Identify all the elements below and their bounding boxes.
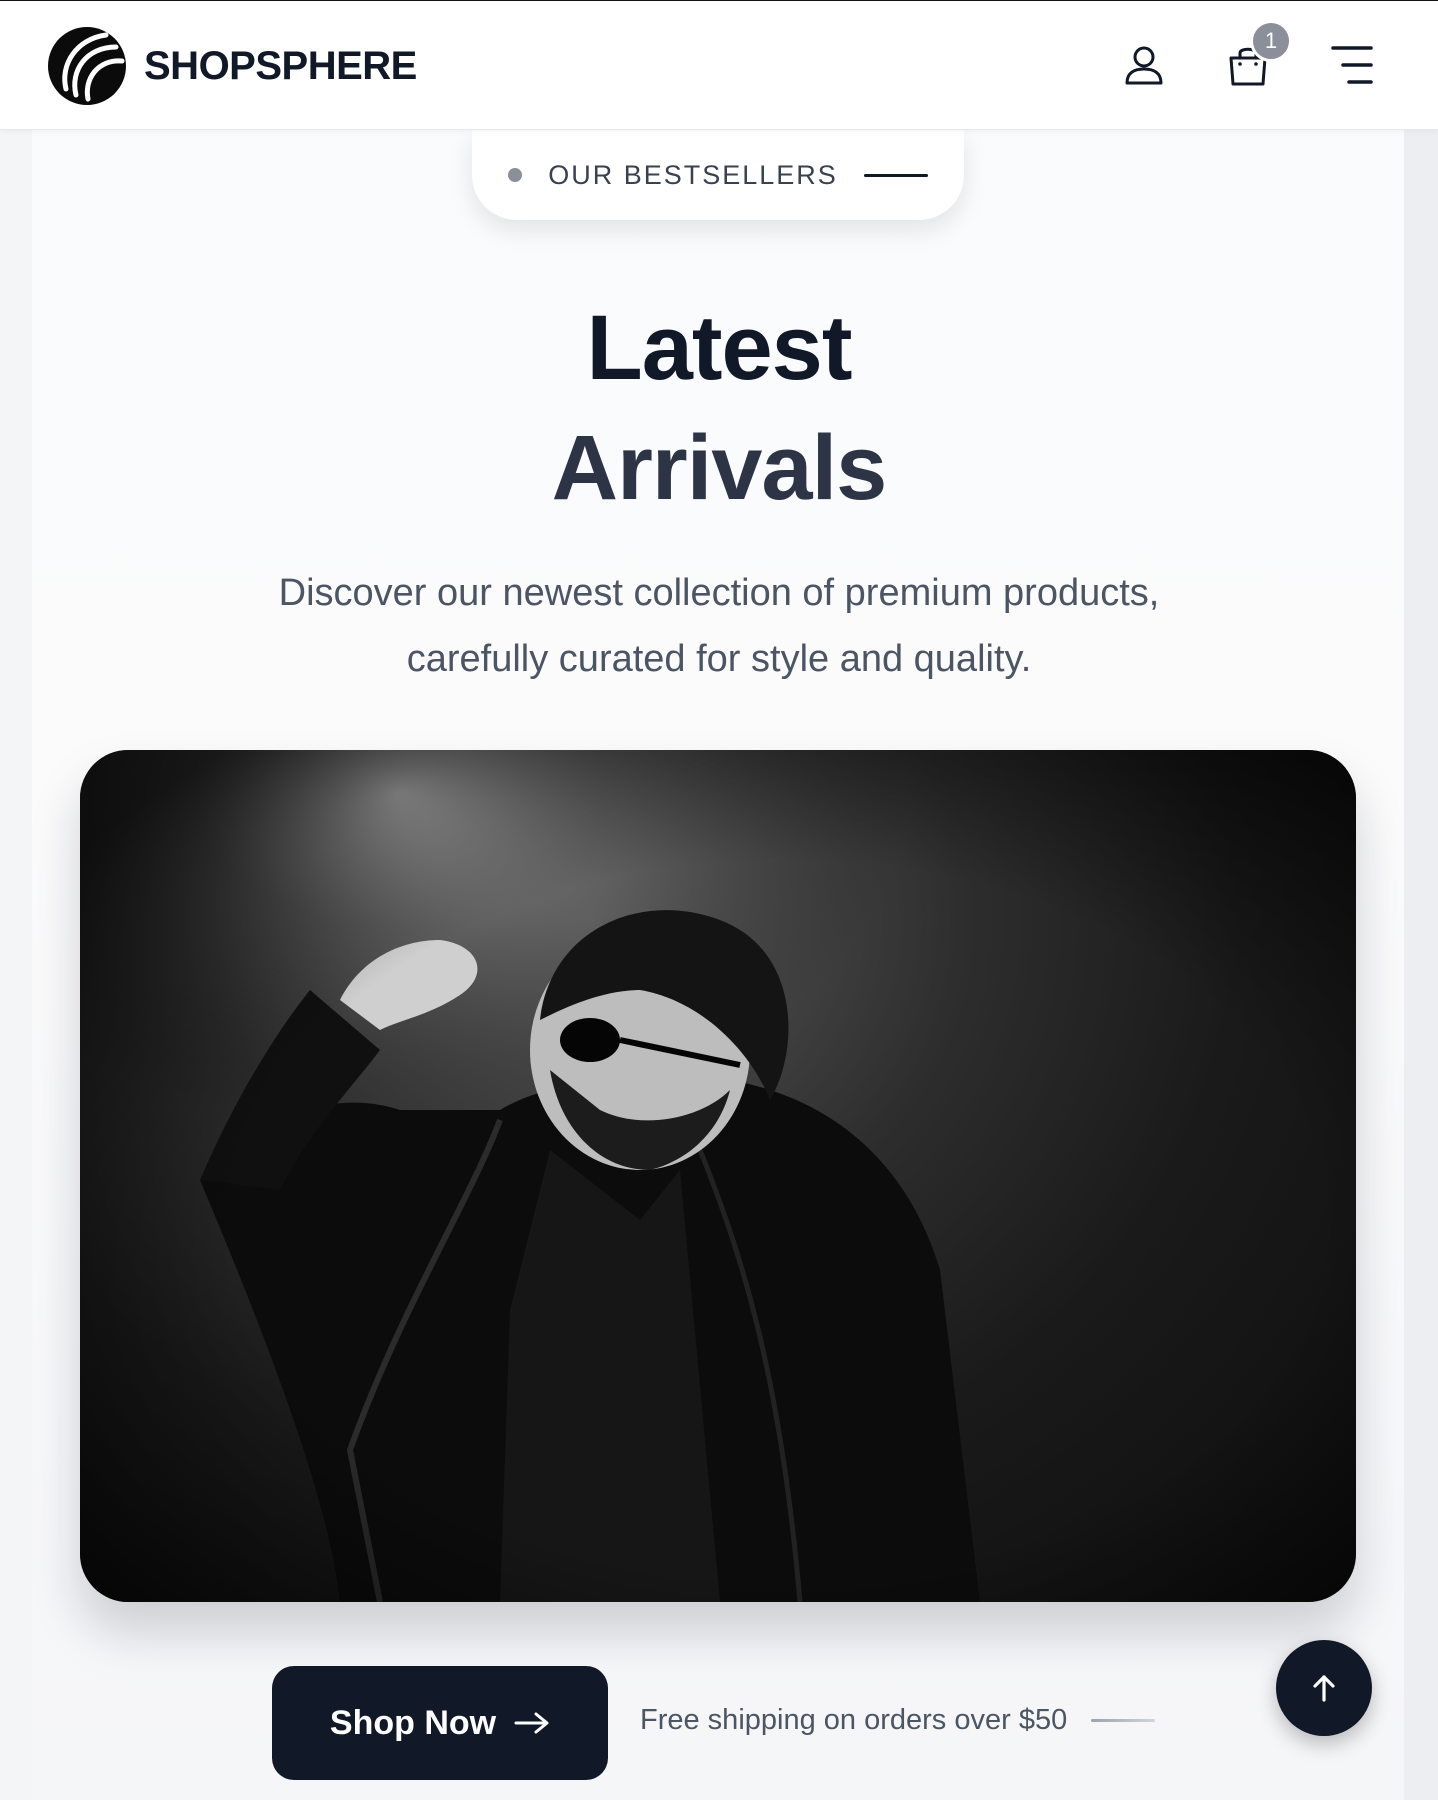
menu-button[interactable] bbox=[1324, 37, 1380, 93]
shipping-note: Free shipping on orders over $50 bbox=[640, 1704, 1156, 1737]
arrow-up-icon bbox=[1313, 1675, 1335, 1702]
account-button[interactable] bbox=[1116, 37, 1172, 93]
hero-subtitle: Discover our newest collection of premiu… bbox=[219, 560, 1219, 692]
bestsellers-label: OUR BESTSELLERS bbox=[548, 159, 838, 190]
site-header: SHOPSPHERE bbox=[0, 0, 1438, 130]
brand-name: SHOPSPHERE bbox=[144, 43, 417, 88]
shipping-note-text: Free shipping on orders over $50 bbox=[640, 1704, 1068, 1736]
hero-photo bbox=[80, 750, 1356, 1602]
arrow-right-icon bbox=[514, 1712, 549, 1734]
hero-subtitle-line-2: carefully curated for style and quality. bbox=[406, 638, 1032, 680]
bestsellers-pill[interactable]: OUR BESTSELLERS bbox=[472, 130, 964, 220]
menu-icon bbox=[1331, 46, 1373, 84]
shop-now-label: Shop Now bbox=[329, 1703, 497, 1742]
pill-dot-icon bbox=[508, 168, 523, 182]
hero-title-line-1: Latest bbox=[586, 297, 853, 399]
hero-title-line-2: Arrivals bbox=[551, 417, 888, 519]
pill-dash-icon bbox=[863, 173, 928, 177]
shipping-dash-icon bbox=[1091, 1719, 1156, 1722]
hero-subtitle-line-1: Discover our newest collection of premiu… bbox=[278, 572, 1160, 614]
brand-logo[interactable]: SHOPSPHERE bbox=[46, 25, 417, 107]
logo-mark-icon bbox=[48, 27, 126, 105]
cart-count-badge: 1 bbox=[1250, 20, 1292, 62]
hero-image bbox=[80, 750, 1356, 1602]
user-icon bbox=[1125, 46, 1163, 85]
scroll-to-top-button[interactable] bbox=[1276, 1640, 1372, 1736]
shop-now-button[interactable]: Shop Now bbox=[272, 1666, 608, 1780]
